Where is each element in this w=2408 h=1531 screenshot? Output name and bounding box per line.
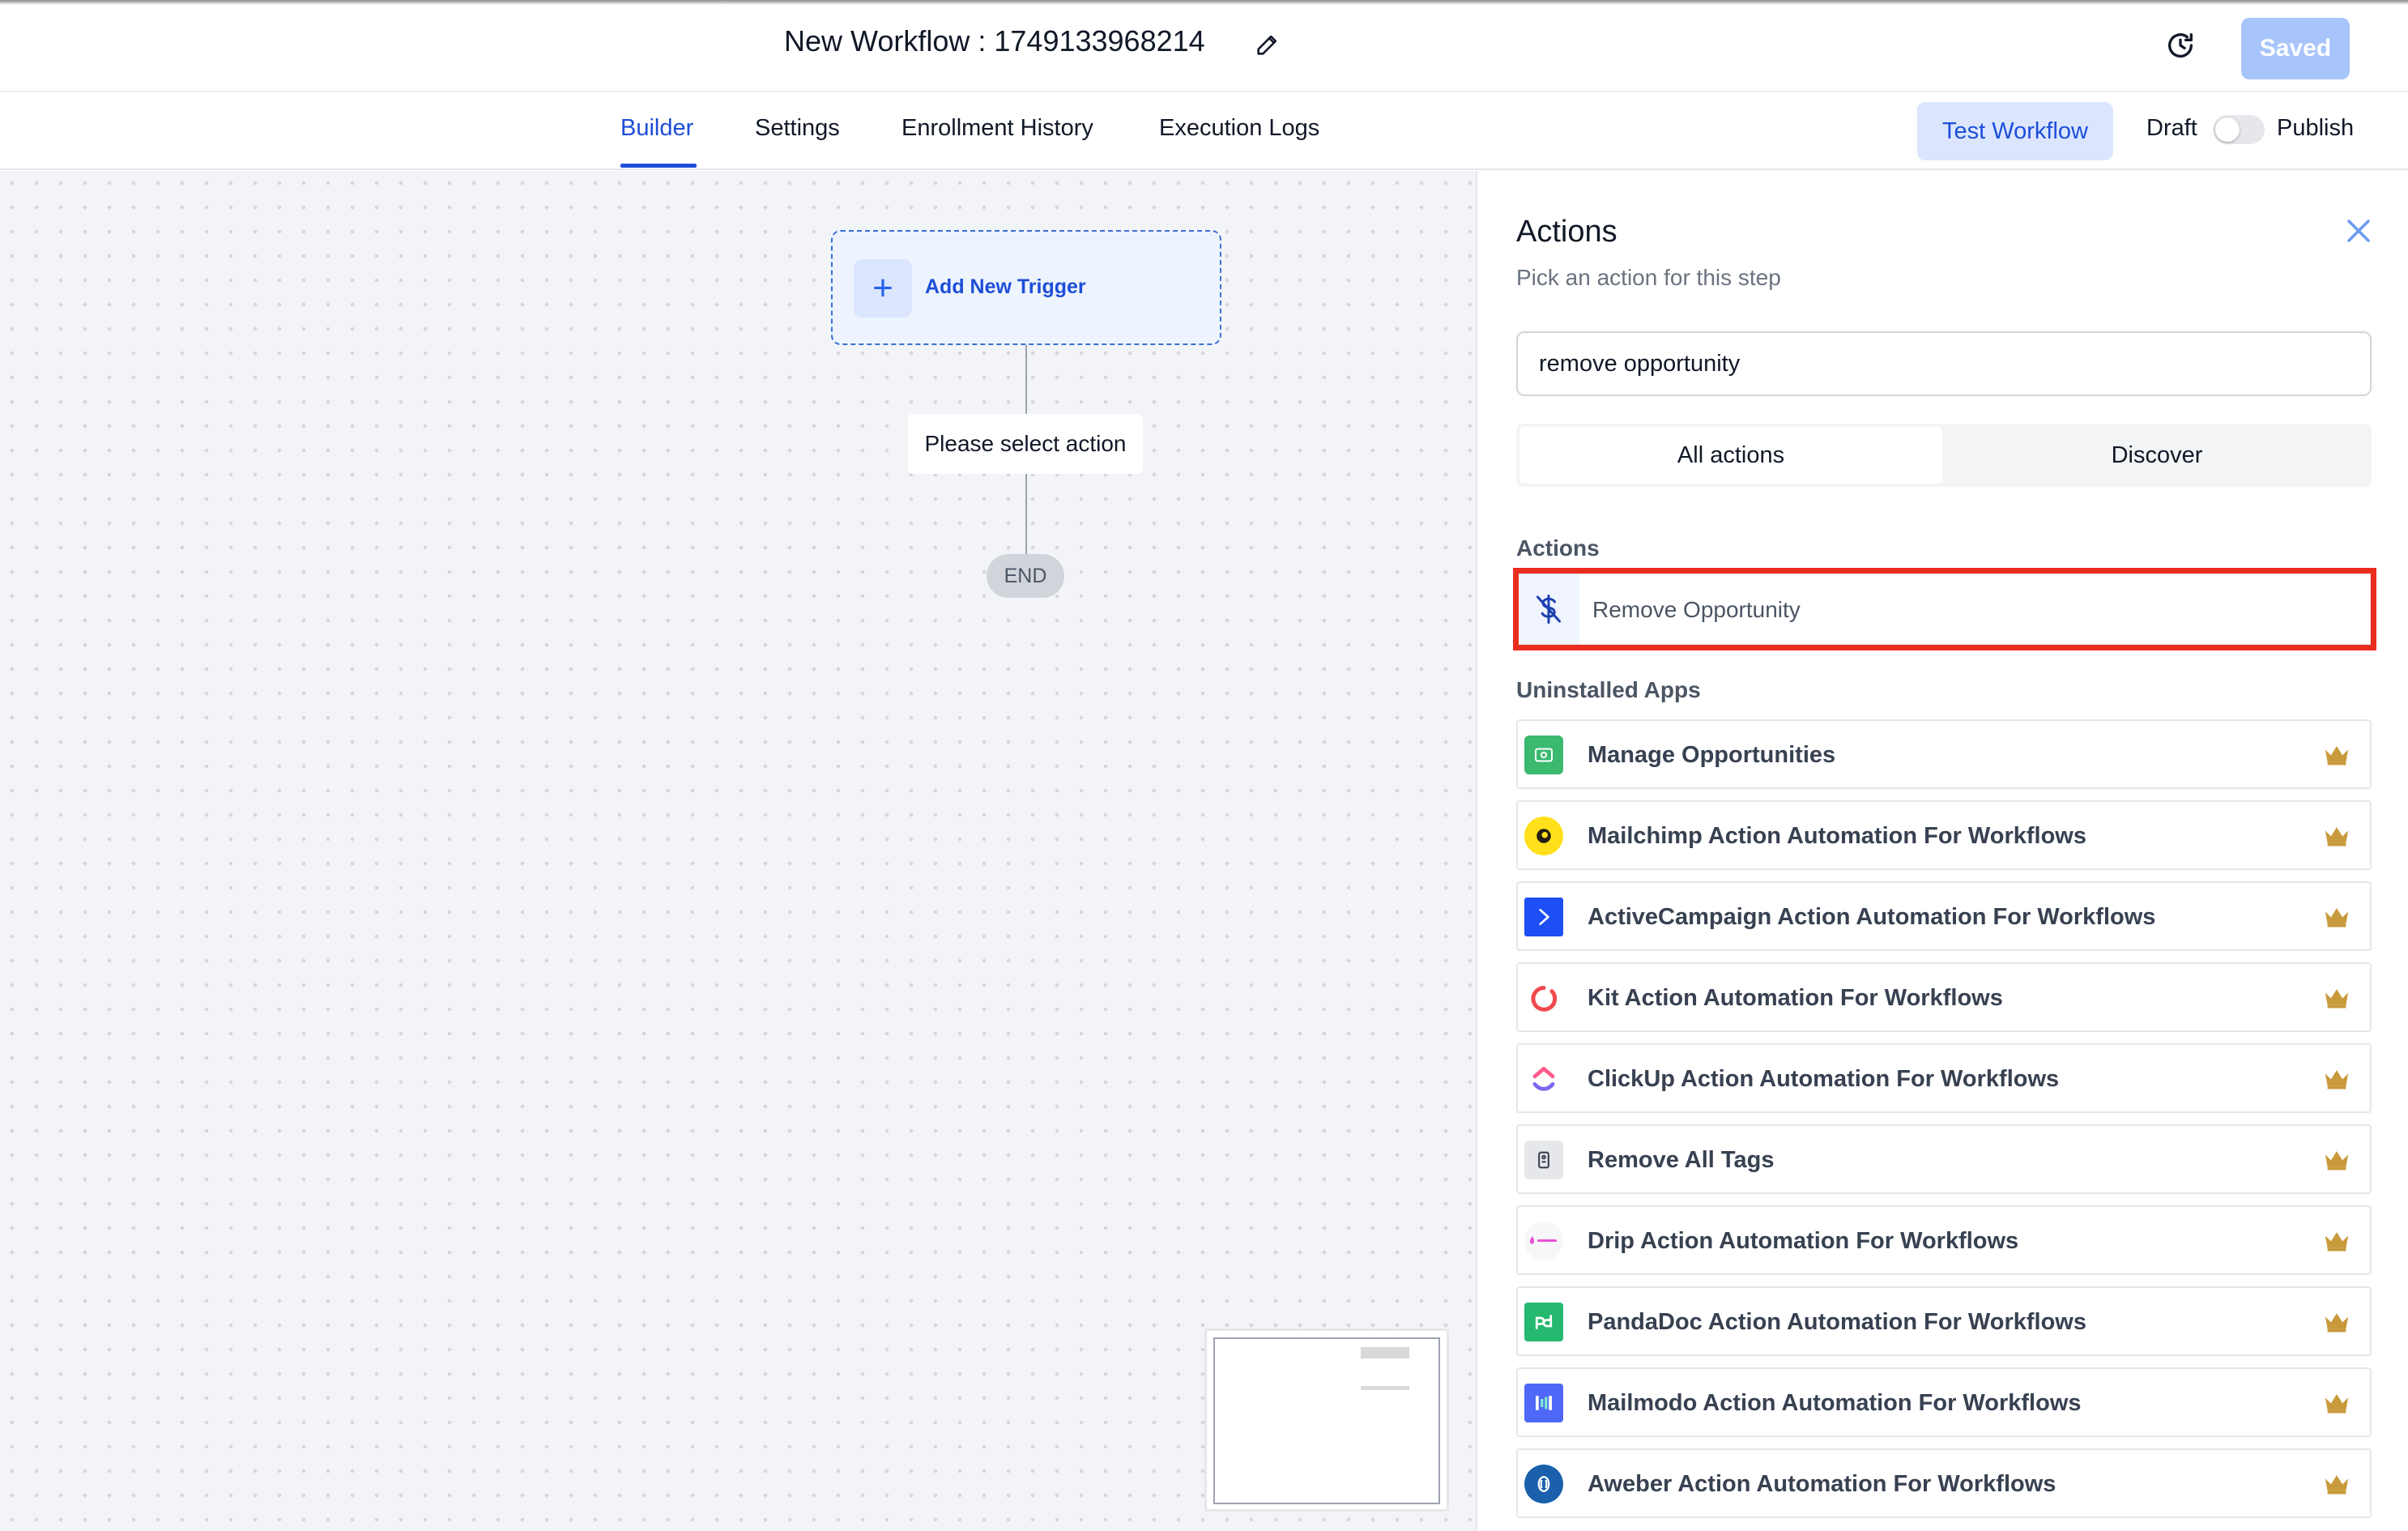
header: New Workflow : 1749133968214 Saved [0, 0, 2408, 92]
connector-line [1025, 474, 1027, 554]
app-item-label: ActiveCampaign Action Automation For Wor… [1588, 904, 2156, 930]
app-item-pandadoc[interactable]: PandaDoc Action Automation For Workflows [1516, 1286, 2372, 1356]
crown-icon [2325, 1313, 2349, 1333]
minimap-viewport[interactable] [1213, 1337, 1440, 1504]
app-item-remove-all-tags[interactable]: Remove All Tags [1516, 1124, 2372, 1194]
add-trigger-node[interactable]: + Add New Trigger [831, 230, 1221, 345]
draft-label: Draft [2146, 115, 2197, 141]
actions-panel: Actions Pick an action for this step All… [1476, 171, 2408, 1531]
tab-builder[interactable]: Builder [620, 115, 693, 142]
app-item-label: PandaDoc Action Automation For Workflows [1588, 1309, 2086, 1335]
connector-line [1025, 345, 1027, 414]
panel-subtitle: Pick an action for this step [1516, 265, 1781, 290]
kit-logo [1524, 979, 1563, 1017]
publish-toggle[interactable] [2213, 115, 2265, 144]
uninstalled-apps-section-label: Uninstalled Apps [1516, 677, 1701, 702]
active-tab-indicator [620, 164, 697, 168]
plus-icon: + [854, 259, 912, 318]
segment-all-actions[interactable]: All actions [1519, 427, 1942, 484]
app-item-label: Remove All Tags [1588, 1147, 1775, 1173]
mailchimp-logo [1524, 817, 1563, 855]
app-item-label: Mailmodo Action Automation For Workflows [1588, 1390, 2082, 1416]
app-item-manage-opportunities[interactable]: Manage Opportunities [1516, 719, 2372, 789]
crown-icon [2325, 989, 2349, 1009]
saved-button[interactable]: Saved [2241, 18, 2350, 79]
tab-enrollment-history[interactable]: Enrollment History [901, 115, 1093, 142]
app-item-label: Aweber Action Automation For Workflows [1588, 1471, 2056, 1497]
app-item-label: Mailchimp Action Automation For Workflow… [1588, 823, 2086, 849]
workflow-title: New Workflow : 1749133968214 [784, 24, 1205, 58]
crown-icon [2325, 1394, 2349, 1414]
toggle-knob [2215, 117, 2240, 142]
aweber-logo [1524, 1465, 1563, 1503]
minimap-node [1361, 1347, 1409, 1358]
publish-label: Publish [2277, 115, 2355, 141]
select-action-node[interactable]: Please select action [908, 414, 1143, 474]
highlight-box [1513, 568, 2376, 650]
tab-execution-logs[interactable]: Execution Logs [1159, 115, 1319, 142]
manage-opportunities-logo [1524, 736, 1563, 774]
close-icon[interactable] [2344, 216, 2373, 245]
panel-title: Actions [1516, 215, 1617, 249]
crown-icon [2325, 1475, 2349, 1495]
mailmodo-logo [1524, 1384, 1563, 1422]
action-search-input[interactable] [1516, 331, 2372, 396]
add-trigger-label: Add New Trigger [925, 275, 1086, 298]
app-item-label: Manage Opportunities [1588, 742, 1836, 768]
minimap-node [1361, 1386, 1409, 1390]
tab-settings[interactable]: Settings [755, 115, 840, 142]
crown-icon [2325, 1151, 2349, 1171]
crown-icon [2325, 746, 2349, 766]
pandadoc-logo [1524, 1303, 1563, 1341]
clickup-logo [1524, 1060, 1563, 1098]
segment-discover[interactable]: Discover [1946, 427, 2368, 484]
app-item-mailchimp[interactable]: Mailchimp Action Automation For Workflow… [1516, 800, 2372, 870]
app-item-drip[interactable]: Drip Action Automation For Workflows [1516, 1205, 2372, 1275]
crown-icon [2325, 1070, 2349, 1090]
end-node: END [987, 554, 1064, 598]
workflow-canvas[interactable]: + Add New Trigger Please select action E… [0, 171, 1476, 1531]
tab-bar: Builder Settings Enrollment History Exec… [0, 92, 2408, 170]
test-workflow-button[interactable]: Test Workflow [1917, 102, 2113, 160]
version-history-icon[interactable] [2164, 29, 2197, 62]
remove-tags-logo [1524, 1141, 1563, 1179]
app-item-label: Kit Action Automation For Workflows [1588, 985, 2003, 1011]
crown-icon [2325, 827, 2349, 847]
app-item-mailmodo[interactable]: Mailmodo Action Automation For Workflows [1516, 1367, 2372, 1437]
drip-logo [1524, 1222, 1563, 1260]
actions-section-label: Actions [1516, 535, 1600, 561]
crown-icon [2325, 1232, 2349, 1252]
app-item-activecampaign[interactable]: ActiveCampaign Action Automation For Wor… [1516, 881, 2372, 951]
app-item-aweber[interactable]: Aweber Action Automation For Workflows [1516, 1448, 2372, 1518]
minimap[interactable] [1204, 1328, 1449, 1512]
activecampaign-logo [1524, 898, 1563, 936]
app-item-kit[interactable]: Kit Action Automation For Workflows [1516, 962, 2372, 1032]
crown-icon [2325, 908, 2349, 928]
action-filter-segmented-control: All actions Discover [1516, 424, 2372, 487]
app-item-label: Drip Action Automation For Workflows [1588, 1228, 2019, 1254]
edit-pencil-icon[interactable] [1254, 31, 1281, 58]
app-item-label: ClickUp Action Automation For Workflows [1588, 1066, 2060, 1092]
app-item-clickup[interactable]: ClickUp Action Automation For Workflows [1516, 1043, 2372, 1113]
